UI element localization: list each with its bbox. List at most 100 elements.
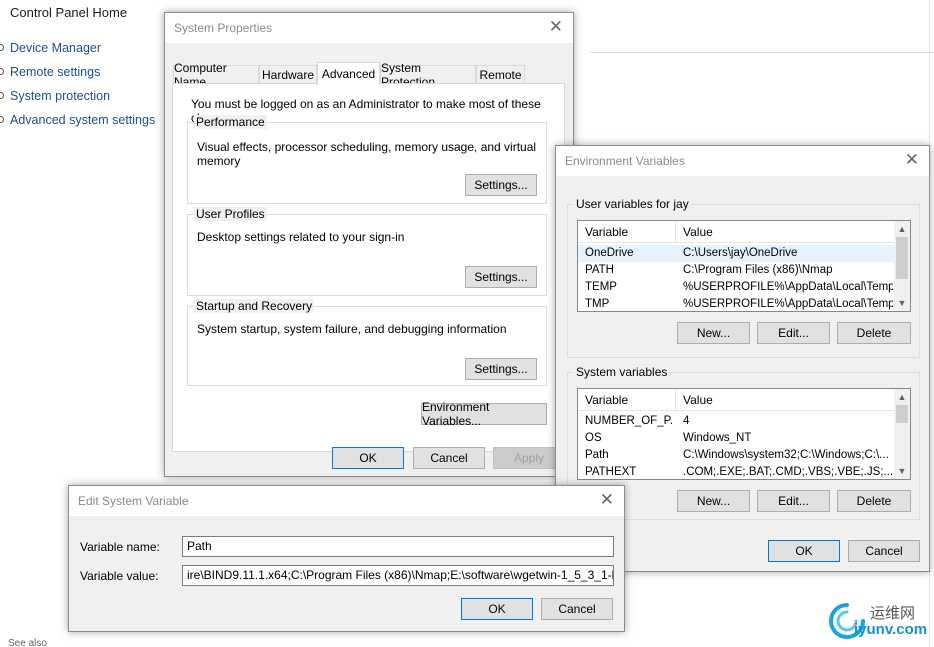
shield-icon <box>0 68 4 75</box>
cell-value: Windows_NT <box>683 432 752 444</box>
cell-value: .COM;.EXE;.BAT;.CMD;.VBS;.VBE;.JS;.... <box>683 466 893 478</box>
performance-settings-button[interactable]: Settings... <box>465 174 537 196</box>
tab-computer-name[interactable]: Computer Name <box>173 61 259 89</box>
title-bar: Edit System Variable ✕ <box>69 486 624 516</box>
scroll-down-icon[interactable]: ▼ <box>894 463 910 479</box>
cell-value: C:\Windows\system32;C:\Windows;C:\... <box>683 449 889 461</box>
system-edit-button[interactable]: Edit... <box>757 490 830 512</box>
scroll-up-icon[interactable]: ▲ <box>894 389 910 405</box>
user-profiles-group: User Profiles Desktop settings related t… <box>187 207 547 296</box>
vertical-scrollbar[interactable]: ▲ ▼ <box>894 221 910 311</box>
table-row[interactable]: NUMBER_OF_P... 4 <box>578 413 894 430</box>
user-profiles-settings-button[interactable]: Settings... <box>465 266 537 288</box>
advanced-system-settings-link[interactable]: Advanced system settings <box>10 113 155 127</box>
column-separator[interactable] <box>675 389 676 411</box>
column-header-variable[interactable]: Variable <box>585 225 628 239</box>
scrollbar-thumb[interactable] <box>896 405 908 423</box>
cell-variable: PATHEXT <box>585 466 637 478</box>
table-row[interactable]: TEMP %USERPROFILE%\AppData\Local\Temp <box>578 279 894 296</box>
ok-button[interactable]: OK <box>768 540 840 562</box>
cell-value: C:\Program Files (x86)\Nmap <box>683 264 833 276</box>
user-delete-button[interactable]: Delete <box>837 322 911 344</box>
table-row[interactable]: Path C:\Windows\system32;C:\Windows;C:\.… <box>578 447 894 464</box>
ok-button[interactable]: OK <box>461 598 533 620</box>
shield-icon <box>0 116 4 123</box>
cell-variable: TMP <box>585 298 610 310</box>
cell-variable: Path <box>585 449 609 461</box>
column-separator[interactable] <box>675 221 676 243</box>
user-edit-button[interactable]: Edit... <box>757 322 830 344</box>
window-title: Environment Variables <box>565 154 685 168</box>
variable-value-input[interactable]: ire\BIND9.11.1.x64;C:\Program Files (x86… <box>182 565 614 586</box>
tab-system-protection[interactable]: System Protection <box>380 61 476 89</box>
table-row[interactable]: PATHEXT .COM;.EXE;.BAT;.CMD;.VBS;.VBE;.J… <box>578 464 894 479</box>
cell-variable: OneDrive <box>585 247 634 259</box>
group-description: Visual effects, processor scheduling, me… <box>197 140 537 168</box>
group-label: System variables <box>574 365 670 379</box>
close-icon[interactable]: ✕ <box>905 150 919 170</box>
tab-advanced[interactable]: Advanced <box>317 62 380 85</box>
edit-system-variable-dialog: Edit System Variable ✕ Variable name: Pa… <box>68 485 625 632</box>
list-header: Variable Value <box>578 389 894 411</box>
close-icon[interactable]: ✕ <box>549 17 563 37</box>
ok-button[interactable]: OK <box>332 447 404 469</box>
variable-name-label: Variable name: <box>80 540 160 554</box>
group-label: Performance <box>194 115 267 129</box>
environment-variables-button[interactable]: Environment Variables... <box>421 400 547 428</box>
tab-remote[interactable]: Remote <box>476 65 525 84</box>
table-row[interactable]: OneDrive C:\Users\jay\OneDrive <box>578 245 894 262</box>
tab-label: Remote <box>479 68 522 82</box>
vertical-scrollbar[interactable]: ▲ ▼ <box>894 389 910 479</box>
scroll-down-icon[interactable]: ▼ <box>894 295 910 311</box>
cell-variable: NUMBER_OF_P... <box>585 415 673 427</box>
cell-value: %USERPROFILE%\AppData\Local\Temp <box>683 281 893 293</box>
window-title: System Properties <box>174 21 273 35</box>
divider <box>590 52 934 53</box>
table-row[interactable]: OS Windows_NT <box>578 430 894 447</box>
group-description: Desktop settings related to your sign-in <box>197 230 405 244</box>
column-header-value[interactable]: Value <box>683 225 713 239</box>
title-bar: Environment Variables ✕ <box>556 146 929 176</box>
column-header-variable[interactable]: Variable <box>585 393 628 407</box>
user-new-button[interactable]: New... <box>677 322 750 344</box>
column-header-value[interactable]: Value <box>683 393 713 407</box>
watermark-cn-text: 运维网 <box>870 604 916 622</box>
system-protection-link[interactable]: System protection <box>10 89 110 103</box>
watermark-logo: 运维网 iyunv.com <box>826 600 927 642</box>
tab-hardware[interactable]: Hardware <box>259 65 317 84</box>
cell-value: %USERPROFILE%\AppData\Local\Temp <box>683 298 893 310</box>
cancel-button[interactable]: Cancel <box>413 447 485 469</box>
remote-settings-link[interactable]: Remote settings <box>10 65 100 79</box>
cell-value: 4 <box>683 415 690 427</box>
cancel-button[interactable]: Cancel <box>541 598 613 620</box>
cancel-button[interactable]: Cancel <box>848 540 920 562</box>
scroll-up-icon[interactable]: ▲ <box>894 221 910 237</box>
see-also-label: See also <box>8 638 47 647</box>
table-row[interactable]: PATH C:\Program Files (x86)\Nmap <box>578 262 894 279</box>
device-manager-link[interactable]: Device Manager <box>10 41 101 55</box>
cell-variable: OS <box>585 432 602 444</box>
control-panel-home-link[interactable]: Control Panel Home <box>10 5 127 20</box>
shield-icon <box>0 44 4 51</box>
performance-group: Performance Visual effects, processor sc… <box>187 115 547 204</box>
startup-recovery-settings-button[interactable]: Settings... <box>465 358 537 380</box>
list-header: Variable Value <box>578 221 894 243</box>
advanced-tab-panel: You must be logged on as an Administrato… <box>172 83 565 452</box>
system-new-button[interactable]: New... <box>677 490 750 512</box>
group-description: System startup, system failure, and debu… <box>197 322 507 336</box>
variable-value-label: Variable value: <box>80 569 159 583</box>
system-variables-list[interactable]: Variable Value NUMBER_OF_P... 4 OS Windo… <box>577 388 911 480</box>
scrollbar-thumb[interactable] <box>896 237 908 279</box>
shield-icon <box>0 92 4 99</box>
user-variables-list[interactable]: Variable Value OneDrive C:\Users\jay\One… <box>577 220 911 312</box>
tab-label: Hardware <box>261 68 315 82</box>
title-bar: System Properties ✕ <box>165 13 573 43</box>
window-title: Edit System Variable <box>78 494 189 508</box>
system-delete-button[interactable]: Delete <box>837 490 911 512</box>
close-icon[interactable]: ✕ <box>600 490 614 510</box>
variable-name-input[interactable]: Path <box>182 536 614 557</box>
cell-value: C:\Users\jay\OneDrive <box>683 247 798 259</box>
table-row[interactable]: TMP %USERPROFILE%\AppData\Local\Temp <box>578 296 894 311</box>
tab-label: Advanced <box>321 67 376 81</box>
group-label: Startup and Recovery <box>194 299 315 313</box>
